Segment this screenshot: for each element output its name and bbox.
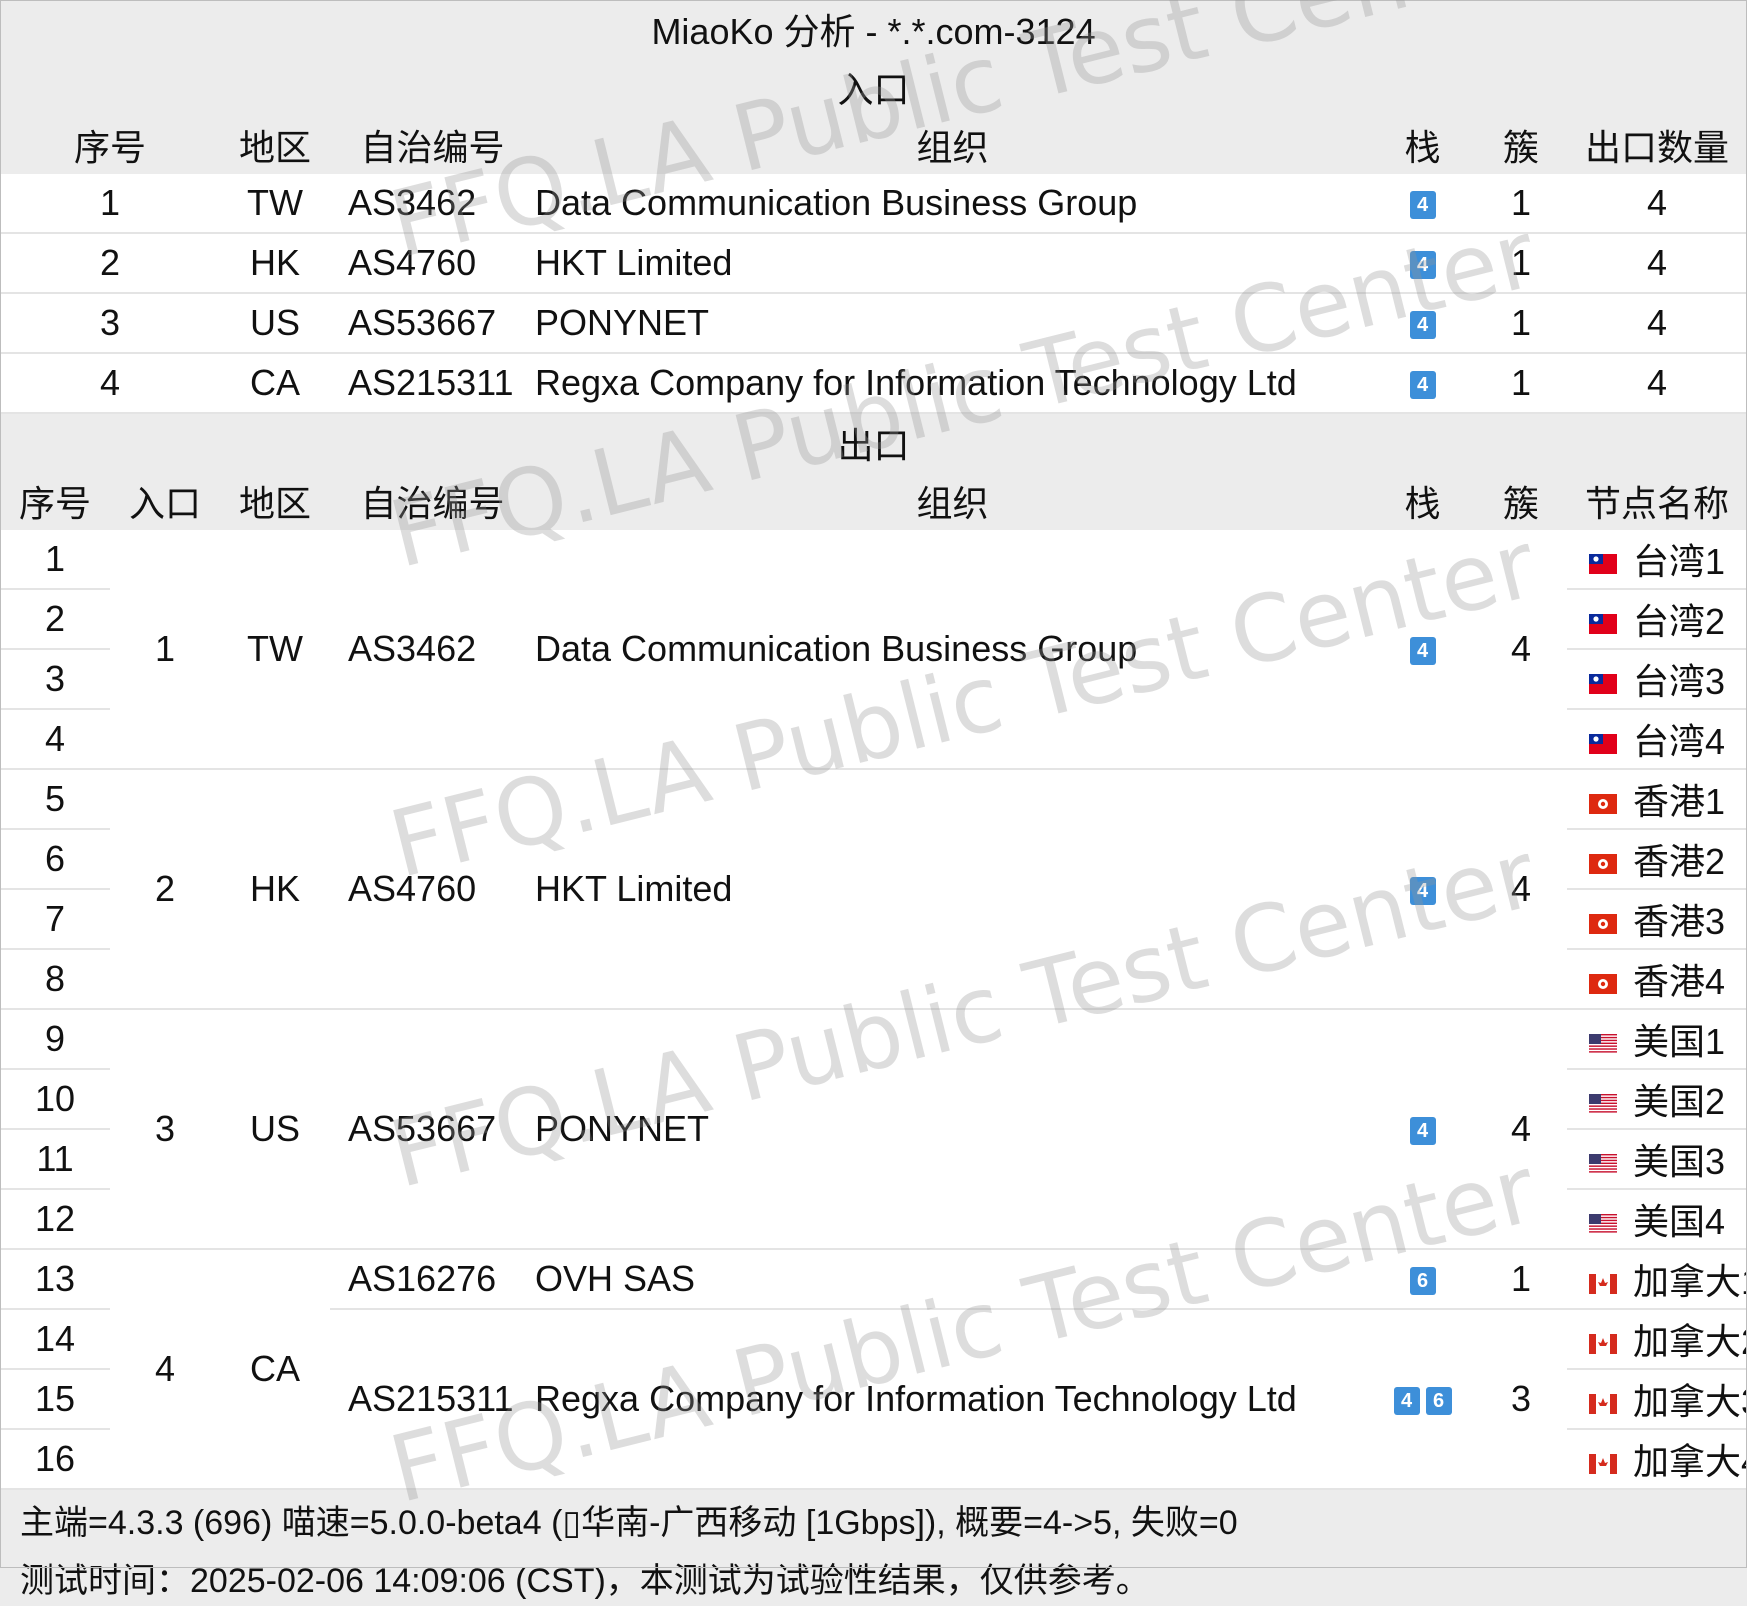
table-frame (0, 0, 1747, 1568)
